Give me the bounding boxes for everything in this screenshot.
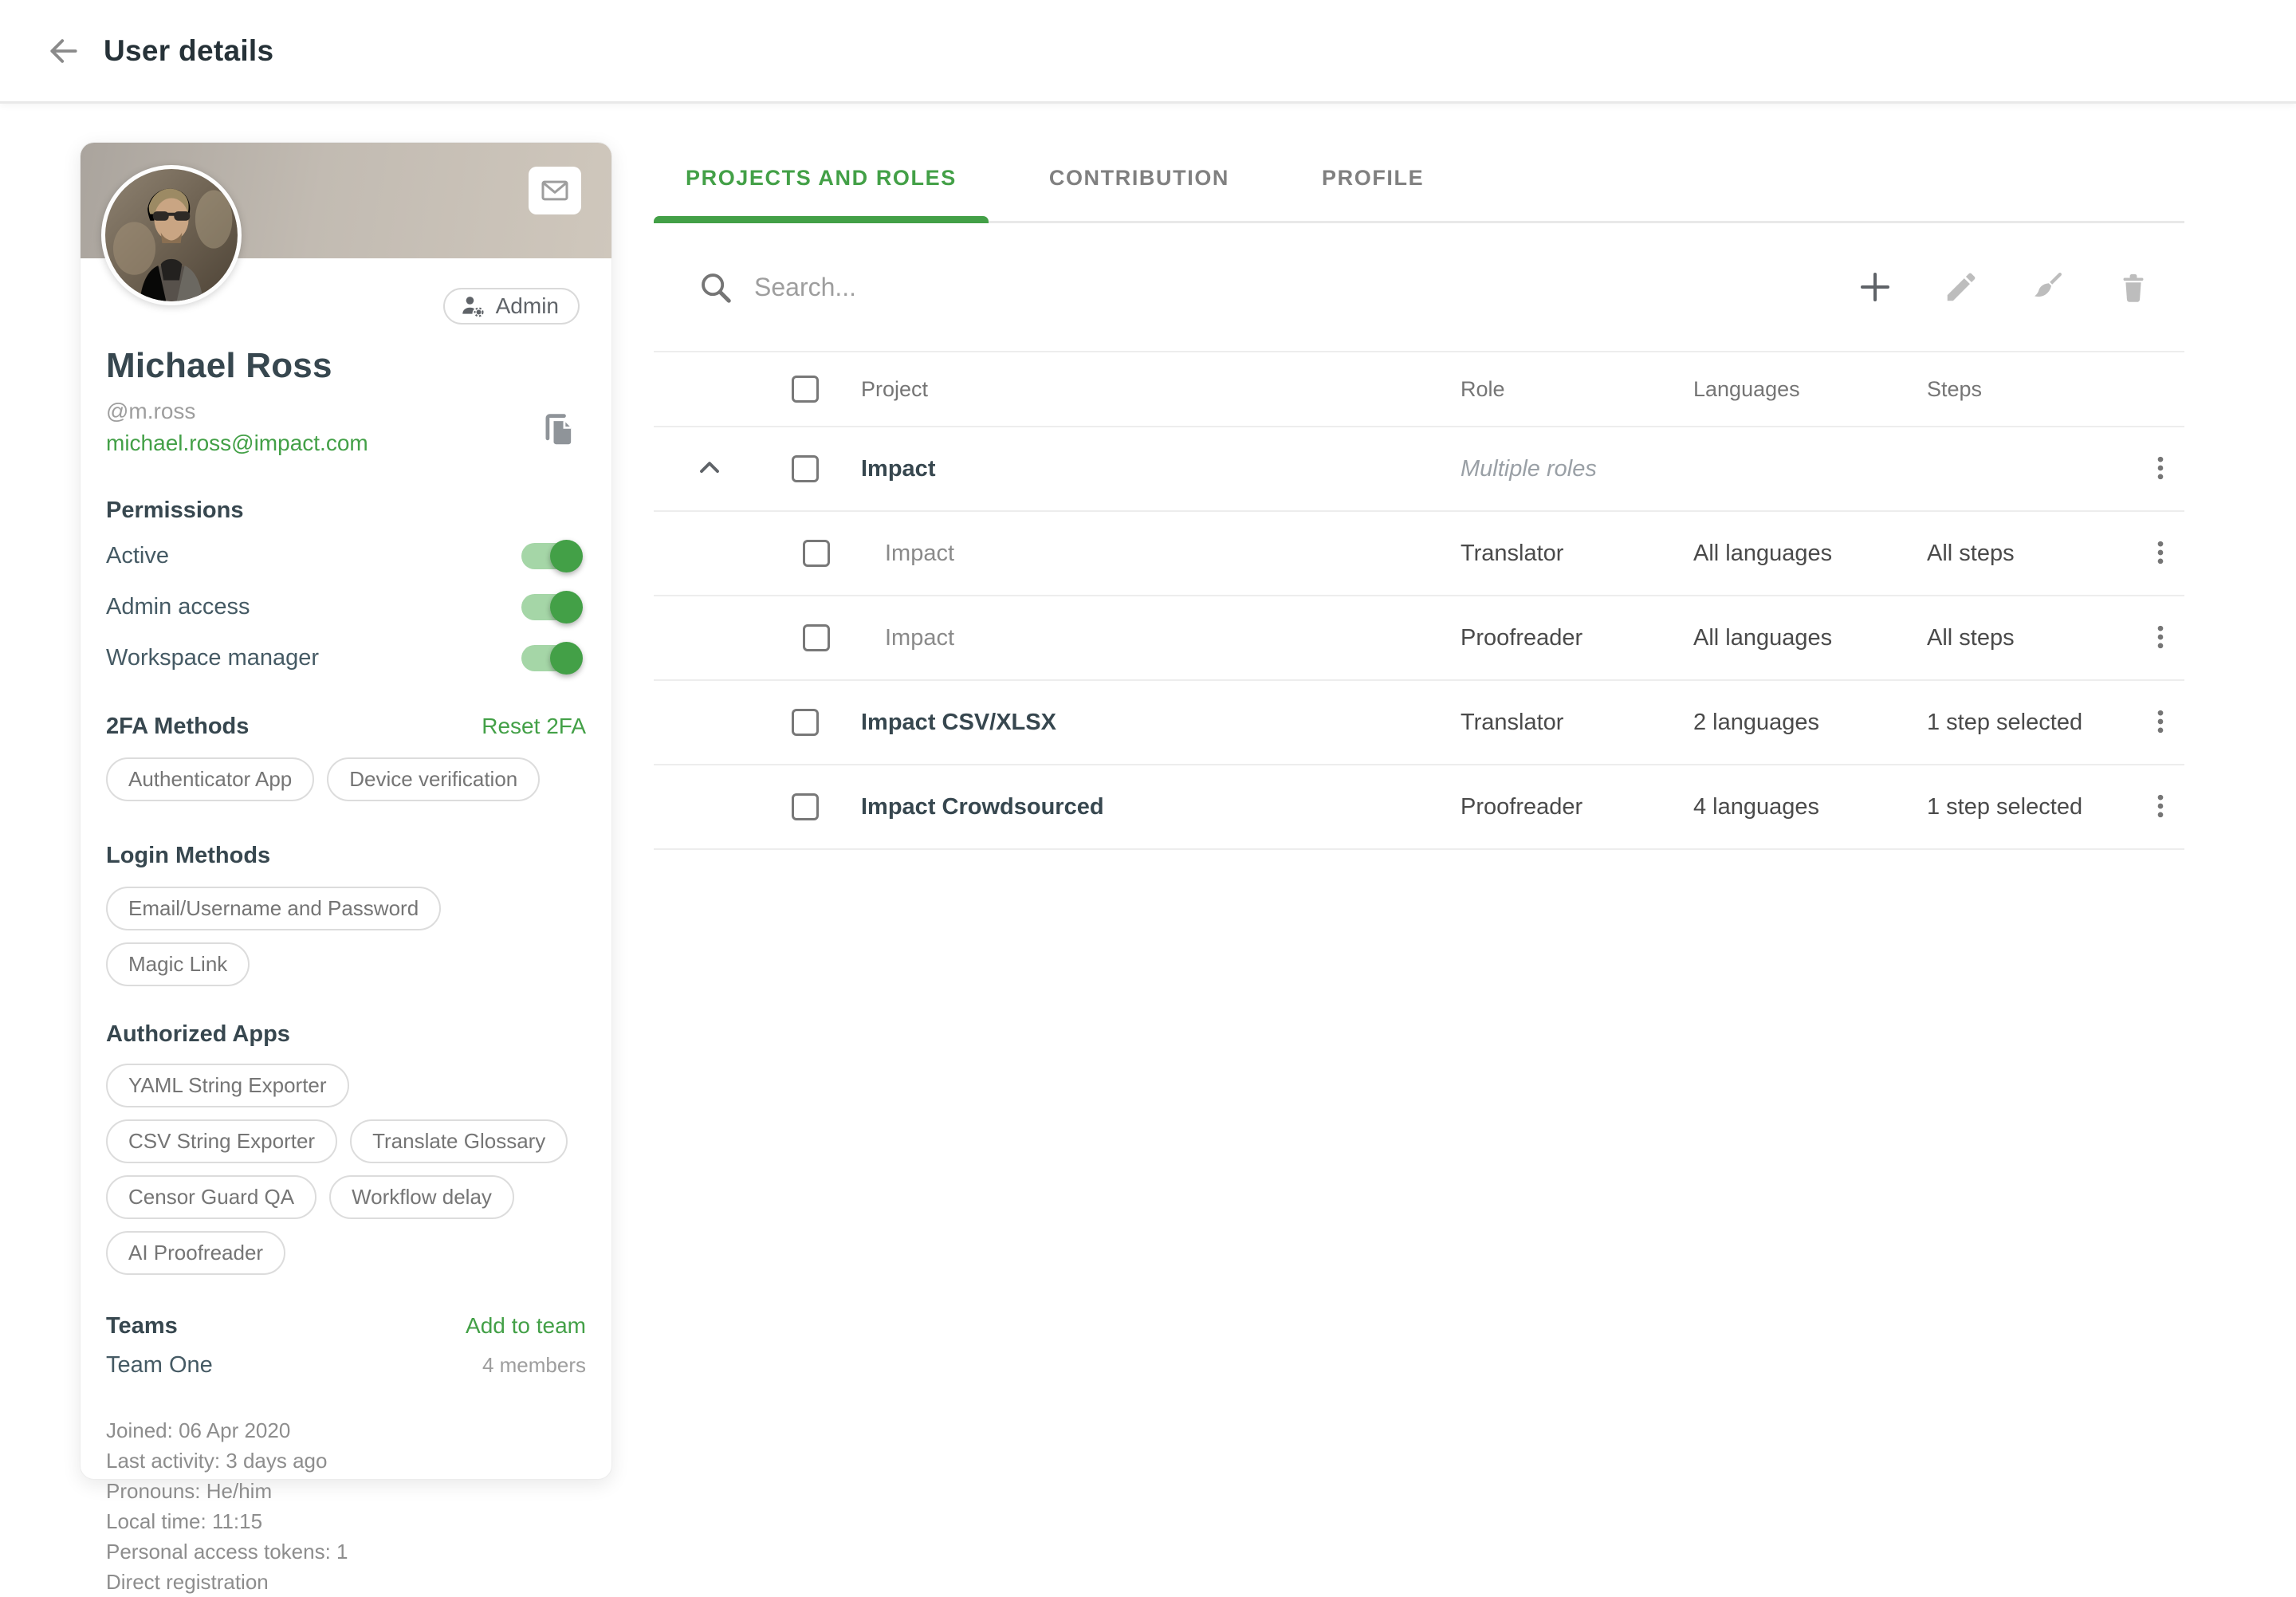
- reset-2fa-link[interactable]: Reset 2FA: [482, 714, 586, 739]
- search-icon: [697, 269, 733, 305]
- app-chip: YAML String Exporter: [106, 1064, 349, 1107]
- meta-access-tokens: Personal access tokens: 1: [106, 1536, 586, 1567]
- row-menu-kebab-icon[interactable]: [2141, 450, 2180, 488]
- row-menu-kebab-icon[interactable]: [2141, 534, 2180, 572]
- row-checkbox[interactable]: [792, 793, 819, 820]
- row-menu-kebab-icon[interactable]: [2141, 788, 2180, 826]
- role-value: Translator: [1461, 710, 1693, 736]
- user-name: Michael Ross: [106, 346, 586, 386]
- teams-title: Teams: [106, 1313, 178, 1339]
- back-button[interactable]: [41, 29, 86, 73]
- user-meta: Joined: 06 Apr 2020 Last activity: 3 day…: [106, 1415, 586, 1597]
- steps-value: 1 step selected: [1927, 710, 2137, 736]
- table-row-impact-csv-xlsx: Impact CSV/XLSX Translator 2 languages 1…: [654, 681, 2184, 765]
- user-email-link[interactable]: michael.ross@impact.com: [106, 431, 368, 456]
- meta-pronouns: Pronouns: He/him: [106, 1476, 586, 1506]
- twofa-chip: Device verification: [327, 757, 540, 801]
- tab-projects-and-roles[interactable]: PROJECTS AND ROLES: [654, 136, 989, 221]
- role-value: Multiple roles: [1461, 456, 1693, 482]
- user-handle: @m.ross: [106, 399, 586, 424]
- copy-email-button[interactable]: [537, 408, 581, 453]
- authorized-apps-title: Authorized Apps: [106, 1021, 586, 1048]
- table-subrow-impact-translator: Impact Translator All languages All step…: [654, 512, 2184, 596]
- select-all-checkbox[interactable]: [792, 376, 819, 403]
- app-chip: Translate Glossary: [350, 1119, 568, 1163]
- column-steps: Steps: [1927, 377, 2137, 402]
- role-value: Proofreader: [1461, 625, 1693, 651]
- admin-access-toggle[interactable]: [521, 594, 581, 620]
- steps-value: All steps: [1927, 625, 2137, 651]
- permission-row-admin-access: Admin access: [106, 588, 586, 626]
- role-value: Proofreader: [1461, 794, 1693, 820]
- languages-value: All languages: [1693, 625, 1927, 651]
- workspace-manager-toggle[interactable]: [521, 645, 581, 671]
- edit-button[interactable]: [1939, 265, 1983, 309]
- tab-bar: PROJECTS AND ROLES CONTRIBUTION PROFILE: [654, 136, 2184, 223]
- table-row-impact-crowdsourced: Impact Crowdsourced Proofreader 4 langua…: [654, 765, 2184, 850]
- project-name: Impact: [845, 541, 1461, 567]
- languages-value: 2 languages: [1693, 710, 1927, 736]
- permission-row-workspace-manager: Workspace manager: [106, 639, 586, 677]
- broom-icon: [2028, 268, 2066, 306]
- meta-joined: Joined: 06 Apr 2020: [106, 1415, 586, 1446]
- collapse-chevron-icon[interactable]: [690, 450, 729, 488]
- search-toolbar-row: [654, 223, 2184, 351]
- active-toggle[interactable]: [521, 543, 581, 569]
- app-chip: AI Proofreader: [106, 1231, 285, 1275]
- tab-contribution[interactable]: CONTRIBUTION: [1017, 136, 1261, 221]
- steps-value: 1 step selected: [1927, 794, 2137, 820]
- app-chip: Censor Guard QA: [106, 1175, 316, 1219]
- login-method-chip: Email/Username and Password: [106, 887, 441, 930]
- languages-value: 4 languages: [1693, 794, 1927, 820]
- project-name: Impact CSV/XLSX: [845, 710, 1461, 736]
- meta-registration: Direct registration: [106, 1567, 586, 1597]
- trash-icon: [2115, 269, 2152, 305]
- twofa-chip: Authenticator App: [106, 757, 314, 801]
- clear-filter-button[interactable]: [2025, 265, 2070, 309]
- role-value: Translator: [1461, 541, 1693, 567]
- add-to-team-link[interactable]: Add to team: [466, 1313, 586, 1339]
- languages-value: All languages: [1693, 541, 1927, 567]
- row-menu-kebab-icon[interactable]: [2141, 619, 2180, 657]
- login-methods-title: Login Methods: [106, 843, 586, 869]
- pencil-icon: [1943, 269, 1980, 305]
- table-toolbar: [1853, 265, 2156, 309]
- table-row-group-impact: Impact Multiple roles: [654, 427, 2184, 512]
- login-method-chip: Magic Link: [106, 942, 250, 986]
- tab-profile[interactable]: PROFILE: [1290, 136, 1456, 221]
- copy-icon: [538, 409, 580, 450]
- row-checkbox[interactable]: [792, 709, 819, 736]
- permission-row-active: Active: [106, 537, 586, 575]
- column-role: Role: [1461, 377, 1693, 402]
- column-languages: Languages: [1693, 377, 1927, 402]
- app-header: User details: [0, 0, 2296, 104]
- arrow-left-icon: [46, 33, 81, 69]
- projects-table: Project Role Languages Steps Impact Mult…: [654, 351, 2184, 850]
- row-checkbox[interactable]: [792, 455, 819, 482]
- meta-local-time: Local time: 11:15: [106, 1506, 586, 1536]
- project-name: Impact: [845, 625, 1461, 651]
- main-panel: PROJECTS AND ROLES CONTRIBUTION PROFILE: [654, 136, 2184, 850]
- steps-value: All steps: [1927, 541, 2137, 567]
- add-button[interactable]: [1853, 265, 1897, 309]
- row-checkbox[interactable]: [803, 624, 830, 651]
- app-chip: Workflow delay: [329, 1175, 514, 1219]
- table-subrow-impact-proofreader: Impact Proofreader All languages All ste…: [654, 596, 2184, 681]
- row-menu-kebab-icon[interactable]: [2141, 703, 2180, 741]
- twofa-title: 2FA Methods: [106, 714, 249, 740]
- plus-icon: [1856, 268, 1894, 306]
- row-checkbox[interactable]: [803, 540, 830, 567]
- team-row[interactable]: Team One 4 members: [106, 1352, 586, 1379]
- search-input[interactable]: [754, 273, 1853, 302]
- user-card: Admin Michael Ross @m.ross michael.ross@…: [80, 142, 612, 1480]
- project-name: Impact: [845, 456, 1461, 482]
- app-chip: CSV String Exporter: [106, 1119, 337, 1163]
- meta-last-activity: Last activity: 3 days ago: [106, 1446, 586, 1476]
- permissions-title: Permissions: [106, 498, 586, 524]
- table-header-row: Project Role Languages Steps: [654, 351, 2184, 427]
- column-project: Project: [845, 377, 1461, 402]
- project-name: Impact Crowdsourced: [845, 794, 1461, 820]
- delete-button[interactable]: [2111, 265, 2156, 309]
- page-title: User details: [104, 34, 273, 68]
